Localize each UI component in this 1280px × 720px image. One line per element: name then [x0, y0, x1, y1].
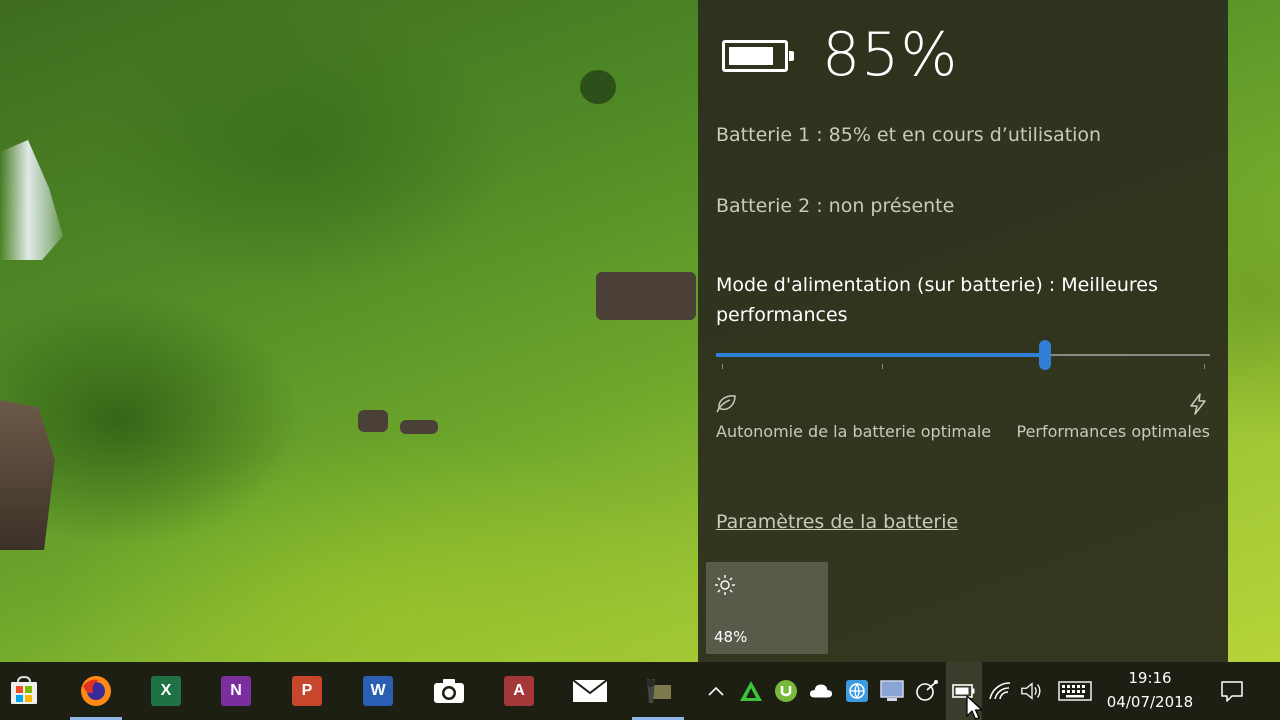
- word-icon: W: [363, 676, 393, 706]
- notification-icon: [1221, 681, 1243, 702]
- utorrent-icon: [775, 680, 797, 702]
- power-mode-slider[interactable]: [716, 340, 1210, 370]
- powerpoint-icon: P: [292, 676, 322, 706]
- taskbar-video-editor-button[interactable]: [628, 662, 688, 720]
- battery-percent: 85%: [822, 20, 959, 90]
- wallpaper-rock: [400, 420, 438, 434]
- globe-icon: [846, 680, 868, 702]
- battery-saver-label: Autonomie de la batterie optimale: [716, 422, 992, 441]
- wifi-icon: [989, 682, 1011, 700]
- camera-icon: [434, 679, 464, 703]
- tray-app-green-triangle[interactable]: [739, 679, 763, 703]
- battery-settings-link[interactable]: Paramètres de la batterie: [716, 511, 958, 533]
- tray-volume-button[interactable]: [1020, 679, 1044, 703]
- tray-touch-keyboard-button[interactable]: [1058, 679, 1092, 703]
- taskbar-onenote-button[interactable]: N: [206, 662, 266, 720]
- speaker-icon: [1021, 682, 1041, 700]
- film-icon: [647, 679, 671, 703]
- wallpaper-rock: [596, 272, 696, 320]
- tray-display-app[interactable]: [880, 679, 904, 703]
- cloud-icon: [809, 684, 833, 698]
- taskbar-store-button[interactable]: [0, 662, 54, 720]
- mail-icon: [572, 679, 608, 702]
- power-mode-label: Mode d'alimentation (sur batterie) : Mei…: [716, 274, 1158, 326]
- tray-utorrent[interactable]: [774, 679, 798, 703]
- taskbar-camera-button[interactable]: [419, 662, 479, 720]
- brightness-quick-action[interactable]: 48%: [706, 562, 828, 654]
- taskbar-word-button[interactable]: W: [348, 662, 408, 720]
- battery-icon: [722, 40, 794, 72]
- taskbar-access-button[interactable]: A: [489, 662, 549, 720]
- tray-onedrive[interactable]: [809, 679, 833, 703]
- chevron-up-icon: [708, 686, 724, 696]
- taskbar-mail-button[interactable]: [560, 662, 620, 720]
- slider-tick: [882, 364, 883, 369]
- brightness-value: 48%: [714, 628, 748, 646]
- battery-flyout: 85% Batterie 1 : 85% et en cours d’utili…: [698, 0, 1228, 662]
- show-hidden-icons-button[interactable]: [704, 679, 728, 703]
- leaf-icon: [716, 395, 736, 413]
- taskbar-clock[interactable]: 19:16 04/07/2018: [1100, 666, 1200, 714]
- sun-icon: [715, 575, 735, 595]
- battery-charge-fill: [729, 47, 773, 65]
- lightning-icon: [1190, 393, 1206, 415]
- excel-icon: X: [151, 676, 181, 706]
- best-performance-label: Performances optimales: [1016, 422, 1211, 441]
- clock-date: 04/07/2018: [1106, 693, 1194, 711]
- windows-store-icon: [11, 676, 37, 704]
- green-triangle-icon: [740, 681, 762, 701]
- tray-satellite-app[interactable]: [915, 679, 939, 703]
- access-icon: A: [504, 676, 534, 706]
- onenote-icon: N: [221, 676, 251, 706]
- slider-progress: [716, 353, 1045, 357]
- monitor-icon: [880, 680, 904, 701]
- slider-thumb[interactable]: [1039, 340, 1051, 370]
- mouse-cursor-icon: [966, 695, 983, 720]
- satellite-icon: [916, 680, 938, 701]
- firefox-icon: [81, 676, 111, 706]
- battery-tip: [789, 51, 794, 61]
- clock-time: 19:16: [1128, 669, 1172, 687]
- taskbar-firefox-button[interactable]: [66, 662, 126, 720]
- wallpaper-rock: [358, 410, 388, 432]
- wallpaper-shrub: [580, 70, 616, 104]
- slider-tick: [1204, 364, 1205, 369]
- keyboard-icon: [1058, 681, 1092, 701]
- battery-2-status: Batterie 2 : non présente: [716, 195, 955, 217]
- tray-network-app[interactable]: [845, 679, 869, 703]
- wallpaper-waterfall: [0, 140, 63, 260]
- slider-tick: [722, 364, 723, 369]
- taskbar-powerpoint-button[interactable]: P: [277, 662, 337, 720]
- tray-wifi-button[interactable]: [988, 679, 1012, 703]
- battery-1-status: Batterie 1 : 85% et en cours d’utilisati…: [716, 124, 1102, 146]
- taskbar-excel-button[interactable]: X: [136, 662, 196, 720]
- action-center-button[interactable]: [1220, 679, 1244, 703]
- wallpaper-cliff: [0, 400, 55, 550]
